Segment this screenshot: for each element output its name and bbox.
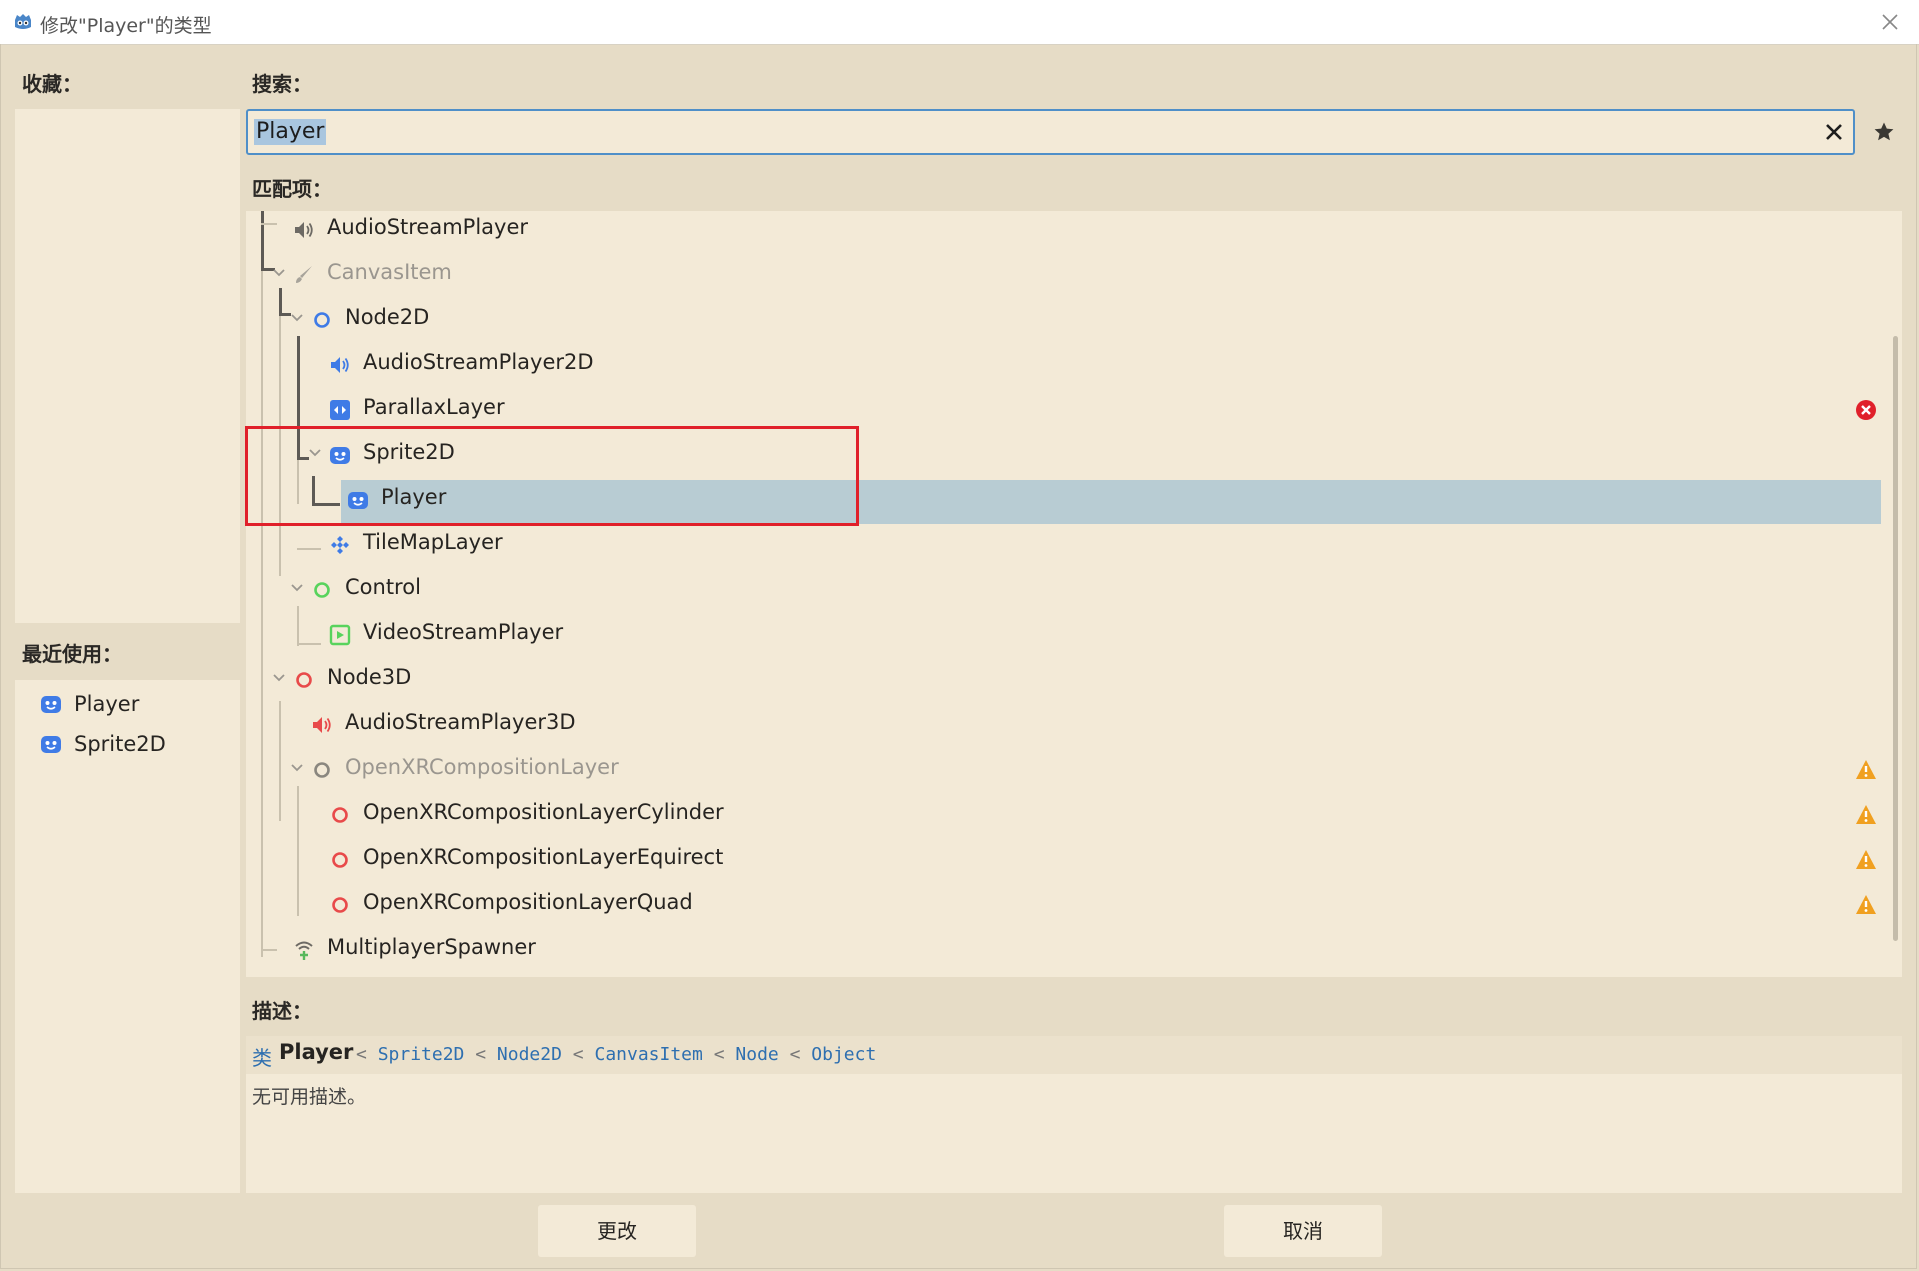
class-header: 类 Player < Sprite2D < Node2D < CanvasIte… bbox=[246, 1036, 1902, 1074]
favorites-label: 收藏： bbox=[22, 72, 82, 96]
node3d-icon bbox=[332, 807, 348, 823]
tree-row-label: AudioStreamPlayer bbox=[327, 215, 529, 239]
search-label: 搜索： bbox=[252, 72, 312, 96]
favorite-button[interactable] bbox=[1864, 109, 1904, 155]
search-value: Player bbox=[254, 119, 327, 145]
control-icon bbox=[314, 582, 330, 598]
tree-row[interactable]: OpenXRCompositionLayer bbox=[246, 747, 1886, 792]
class-keyword: 类 bbox=[252, 1046, 272, 1070]
multiplayer-icon bbox=[295, 941, 313, 960]
tree-row-label: Node2D bbox=[345, 305, 430, 329]
node2d-icon bbox=[314, 312, 330, 328]
tree-row-label: OpenXRCompositionLayerCylinder bbox=[363, 800, 724, 824]
annotation-highlight-box bbox=[245, 426, 859, 526]
chevron-down-icon[interactable] bbox=[290, 581, 304, 595]
tilemap-icon bbox=[331, 536, 349, 554]
recent-item-player[interactable]: Player bbox=[40, 688, 139, 720]
tree-row[interactable]: AudioStreamPlayer2D bbox=[246, 342, 1886, 387]
godot-logo-icon bbox=[15, 14, 31, 29]
scrollbar[interactable] bbox=[1893, 336, 1898, 941]
title-bar: 修改"Player"的类型 bbox=[0, 0, 1919, 45]
tree-row[interactable]: OpenXRCompositionLayerQuad bbox=[246, 882, 1886, 927]
tree-row[interactable]: Node3D bbox=[246, 657, 1886, 702]
tree-row-label: OpenXRCompositionLayerQuad bbox=[363, 890, 693, 914]
matches-label: 匹配项： bbox=[252, 177, 332, 201]
tree-row[interactable]: OpenXRCompositionLayerCylinder bbox=[246, 792, 1886, 837]
description-panel: 无可用描述。 bbox=[246, 1074, 1902, 1193]
inheritance-chain: < Sprite2D < Node2D < CanvasItem < Node … bbox=[356, 1044, 877, 1065]
class-name: Player bbox=[279, 1040, 354, 1064]
tree-row-label: CanvasItem bbox=[327, 260, 452, 284]
tree-row-label: VideoStreamPlayer bbox=[363, 620, 564, 644]
sprite2d-icon bbox=[41, 736, 61, 753]
warning-icon bbox=[1856, 760, 1876, 779]
change-button[interactable]: 更改 bbox=[538, 1205, 696, 1257]
tree-row[interactable]: MultiplayerSpawner bbox=[246, 927, 1886, 972]
error-icon bbox=[1856, 400, 1876, 420]
tree-row-label: Node3D bbox=[327, 665, 412, 689]
cancel-button[interactable]: 取消 bbox=[1224, 1205, 1382, 1257]
recent-label: 最近使用： bbox=[22, 642, 122, 666]
node3d-icon bbox=[332, 852, 348, 868]
tree-row-label: MultiplayerSpawner bbox=[327, 935, 536, 959]
matches-tree[interactable]: AudioStreamPlayer CanvasItem Node2D Audi… bbox=[246, 211, 1902, 977]
inherits-link[interactable]: Object bbox=[811, 1044, 876, 1065]
sprite2d-icon bbox=[41, 696, 61, 713]
recent-panel: Player Sprite2D bbox=[15, 680, 240, 1193]
clear-icon[interactable] bbox=[1823, 121, 1845, 143]
warning-icon bbox=[1856, 805, 1876, 824]
close-icon[interactable] bbox=[1877, 9, 1903, 35]
node3d-icon bbox=[296, 672, 312, 688]
favorites-panel[interactable] bbox=[15, 109, 240, 623]
tree-row[interactable]: AudioStreamPlayer bbox=[246, 211, 1886, 252]
tree-row[interactable]: AudioStreamPlayer3D bbox=[246, 702, 1886, 747]
warning-icon bbox=[1856, 895, 1876, 914]
description-text: 无可用描述。 bbox=[252, 1086, 367, 1108]
chevron-down-icon[interactable] bbox=[290, 311, 304, 325]
recent-item-label: Player bbox=[74, 692, 140, 716]
star-icon bbox=[1874, 122, 1894, 141]
tree-row[interactable]: OpenXRCompositionLayerEquirect bbox=[246, 837, 1886, 882]
inherits-link[interactable]: Node bbox=[735, 1044, 778, 1065]
recent-item-sprite2d[interactable]: Sprite2D bbox=[40, 728, 166, 760]
tree-row-label: ParallaxLayer bbox=[363, 395, 505, 419]
tree-row-label: OpenXRCompositionLayerEquirect bbox=[363, 845, 724, 869]
inherits-link[interactable]: CanvasItem bbox=[594, 1044, 702, 1065]
tree-row-label: Control bbox=[345, 575, 421, 599]
node3d-icon bbox=[332, 897, 348, 913]
speaker-icon bbox=[295, 222, 313, 238]
inherits-link[interactable]: Sprite2D bbox=[378, 1044, 465, 1065]
warning-icon bbox=[1856, 850, 1876, 869]
chevron-down-icon[interactable] bbox=[272, 266, 286, 280]
tree-row[interactable]: Node2D bbox=[246, 297, 1886, 342]
tree-row-label: AudioStreamPlayer2D bbox=[363, 350, 594, 374]
chevron-down-icon[interactable] bbox=[272, 671, 286, 685]
tree-row-label: OpenXRCompositionLayer bbox=[345, 755, 619, 779]
tree-row[interactable]: CanvasItem bbox=[246, 252, 1886, 297]
tree-row[interactable]: VideoStreamPlayer bbox=[246, 612, 1886, 657]
tree-row[interactable]: TileMapLayer bbox=[246, 522, 1886, 567]
tree-row-label: AudioStreamPlayer3D bbox=[345, 710, 576, 734]
search-input[interactable]: Player bbox=[246, 109, 1855, 155]
brush-icon bbox=[296, 266, 312, 283]
tree-row[interactable]: Control bbox=[246, 567, 1886, 612]
window-title: 修改"Player"的类型 bbox=[40, 15, 212, 37]
description-label: 描述： bbox=[252, 999, 312, 1023]
tree-guide bbox=[261, 949, 277, 951]
speaker-icon bbox=[331, 357, 349, 373]
node3d-icon bbox=[314, 762, 330, 778]
speaker-icon bbox=[313, 717, 331, 733]
tree-row-label: TileMapLayer bbox=[363, 530, 503, 554]
parallax-icon bbox=[330, 400, 350, 420]
inherits-link[interactable]: Node2D bbox=[497, 1044, 562, 1065]
video-icon bbox=[329, 624, 351, 646]
chevron-down-icon[interactable] bbox=[290, 761, 304, 775]
recent-item-label: Sprite2D bbox=[74, 732, 166, 756]
